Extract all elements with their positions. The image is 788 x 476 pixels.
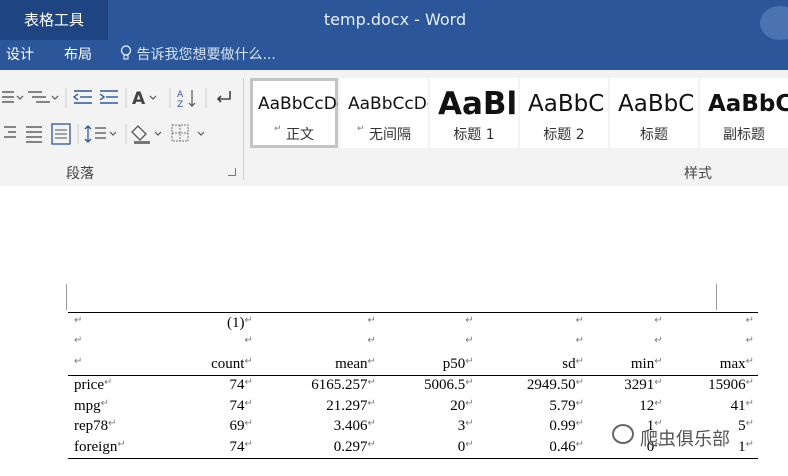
lightbulb-icon — [120, 45, 132, 60]
style-preview: AaBbC — [618, 91, 695, 117]
chevron-down-icon[interactable] — [51, 95, 59, 100]
tab-layout[interactable]: 布局 — [64, 40, 92, 70]
style-preview: AaBbC — [528, 91, 605, 117]
row-label: foreign↵ — [68, 437, 173, 459]
table-cell: 5006.5↵ — [423, 377, 474, 394]
style-preview: AaBbCcDc — [348, 94, 428, 114]
tab-design[interactable]: 设计 — [6, 40, 34, 70]
table-cell: 74↵ — [229, 397, 253, 414]
asian-layout-icon[interactable]: A — [132, 89, 146, 109]
borders-icon[interactable] — [171, 124, 189, 142]
paragraph-toolbar-row-1: A A Z — [2, 88, 231, 110]
table-row: price↵ 74↵ 6165.257↵ 5006.5↵ 2949.50↵ 32… — [68, 375, 758, 396]
tell-me-text: 告诉我您想要做什么... — [136, 47, 276, 63]
table-cell: 74↵ — [229, 377, 253, 394]
chevron-down-icon[interactable] — [149, 95, 157, 100]
style-name: 无间隔 — [369, 127, 411, 143]
table-cell: 2949.50↵ — [526, 377, 584, 394]
style-title[interactable]: AaBbC 标题 — [610, 78, 698, 148]
paragraph-group-label: 段落 — [66, 166, 94, 182]
style-name: 标题 — [640, 127, 668, 143]
column-header: max↵ — [666, 354, 758, 376]
style-no-spacing[interactable]: AaBbCcDc ↵ 无间隔 — [340, 78, 428, 148]
crop-mark — [716, 284, 717, 310]
styles-group-label: 样式 — [684, 166, 712, 182]
line-spacing-icon[interactable] — [84, 125, 106, 143]
table-cell: 5.79↵ — [549, 397, 584, 414]
paragraph-toolbar-row-2 — [4, 123, 205, 145]
column-header: mean↵ — [256, 354, 380, 376]
increase-indent-icon[interactable] — [99, 90, 118, 104]
justify-icon[interactable] — [26, 126, 42, 143]
decrease-indent-icon[interactable] — [72, 90, 92, 104]
multilevel-list-icon[interactable] — [28, 91, 50, 103]
row-label: price↵ — [74, 377, 113, 394]
shading-icon[interactable] — [131, 125, 150, 144]
table-cell: 0.46↵ — [477, 437, 588, 459]
table-cell: 3291↵ — [624, 377, 663, 394]
style-heading-2[interactable]: AaBbC 标题 2 — [520, 78, 608, 148]
chevron-down-icon[interactable] — [154, 131, 162, 136]
wechat-logo-icon — [612, 424, 634, 444]
watermark-text: 爬虫俱乐部 — [640, 429, 730, 450]
table-cell: 0.99↵ — [549, 418, 584, 435]
column-header: min↵ — [588, 354, 667, 376]
tell-me-box[interactable]: 告诉我您想要做什么... — [120, 40, 276, 70]
table-header-row: ↵ count↵ mean↵ p50↵ sd↵ min↵ max↵ — [68, 354, 758, 376]
ribbon-tab-bar — [0, 40, 788, 70]
sort-icon[interactable]: A Z — [177, 90, 196, 110]
chevron-down-icon[interactable] — [16, 95, 24, 100]
style-name: 副标题 — [723, 127, 765, 143]
style-heading-1[interactable]: AaBl 标题 1 — [430, 78, 518, 148]
table-cell: 0.297↵ — [256, 437, 380, 459]
show-formatting-marks-icon[interactable] — [216, 91, 231, 103]
distributed-icon[interactable] — [51, 123, 71, 145]
dialog-launcher-icon[interactable] — [228, 168, 236, 176]
column-header: p50↵ — [379, 354, 478, 376]
model-label: (1)↵ — [172, 312, 257, 334]
table-row: ↵ (1)↵ ↵ ↵ ↵ ↵ ↵ — [68, 312, 758, 334]
align-right-icon[interactable] — [4, 126, 16, 138]
table-cell: 21.297↵ — [326, 397, 376, 414]
svg-text:Z: Z — [177, 100, 183, 110]
column-header: sd↵ — [477, 354, 588, 376]
table-cell: 69↵ — [229, 418, 253, 435]
chevron-down-icon[interactable] — [109, 131, 117, 136]
table-cell: 6165.257↵ — [311, 377, 376, 394]
style-preview: AaBbC — [708, 91, 788, 117]
table-cell: 15906↵ — [708, 377, 754, 394]
style-preview: AaBl — [438, 86, 518, 122]
group-divider — [243, 78, 244, 180]
table-cell: 12↵ — [639, 397, 663, 414]
style-name: 正文 — [286, 127, 314, 143]
style-name: 标题 1 — [453, 127, 495, 143]
table-row: mpg↵ 74↵ 21.297↵ 20↵ 5.79↵ 12↵ 41↵ — [68, 396, 758, 417]
window-title: temp.docx - Word — [323, 10, 467, 29]
table-cell: 20↵ — [450, 397, 474, 414]
table-cell: 74↵ — [172, 437, 257, 459]
table-cell: 0↵ — [379, 437, 478, 459]
svg-text:A: A — [177, 90, 184, 100]
table-cell: 3.406↵ — [333, 418, 376, 435]
chevron-down-icon[interactable] — [197, 131, 205, 136]
table-cell: 41↵ — [730, 397, 754, 414]
column-header: count↵ — [172, 354, 257, 376]
table-row: ↵ ↵ ↵ ↵ ↵ ↵ ↵ — [74, 335, 754, 347]
style-subtitle[interactable]: AaBbC 副标题 — [700, 78, 788, 148]
row-label: rep78↵ — [74, 418, 117, 435]
style-normal[interactable]: AaBbCcDc ↵ 正文 — [250, 78, 338, 148]
bullet-list-icon[interactable] — [2, 91, 14, 103]
table-cell: 3↵ — [457, 418, 474, 435]
style-name: 标题 2 — [543, 127, 585, 143]
crop-mark — [66, 284, 67, 310]
style-preview: AaBbCcDc — [258, 94, 338, 114]
row-label: mpg↵ — [74, 397, 110, 414]
contextual-tab-label: 表格工具 — [23, 11, 84, 29]
